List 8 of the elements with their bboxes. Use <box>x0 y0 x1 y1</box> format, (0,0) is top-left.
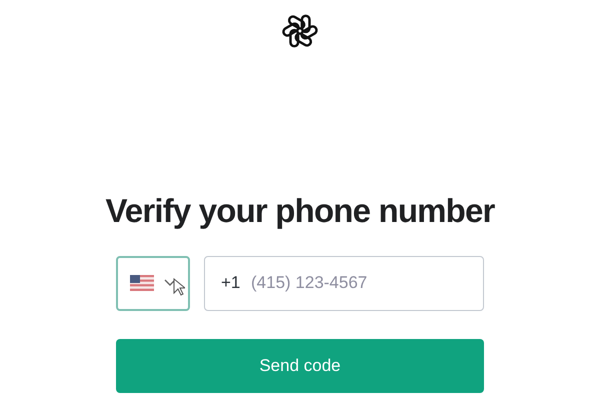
chevron-down-icon <box>164 279 176 287</box>
country-select[interactable] <box>116 256 190 310</box>
flag-icon <box>130 275 154 291</box>
logo-icon <box>281 12 319 50</box>
send-code-button[interactable]: Send code <box>116 338 484 392</box>
country-code: +1 <box>221 272 240 294</box>
cursor-icon <box>173 278 185 296</box>
page-title: Verify your phone number <box>105 191 495 231</box>
